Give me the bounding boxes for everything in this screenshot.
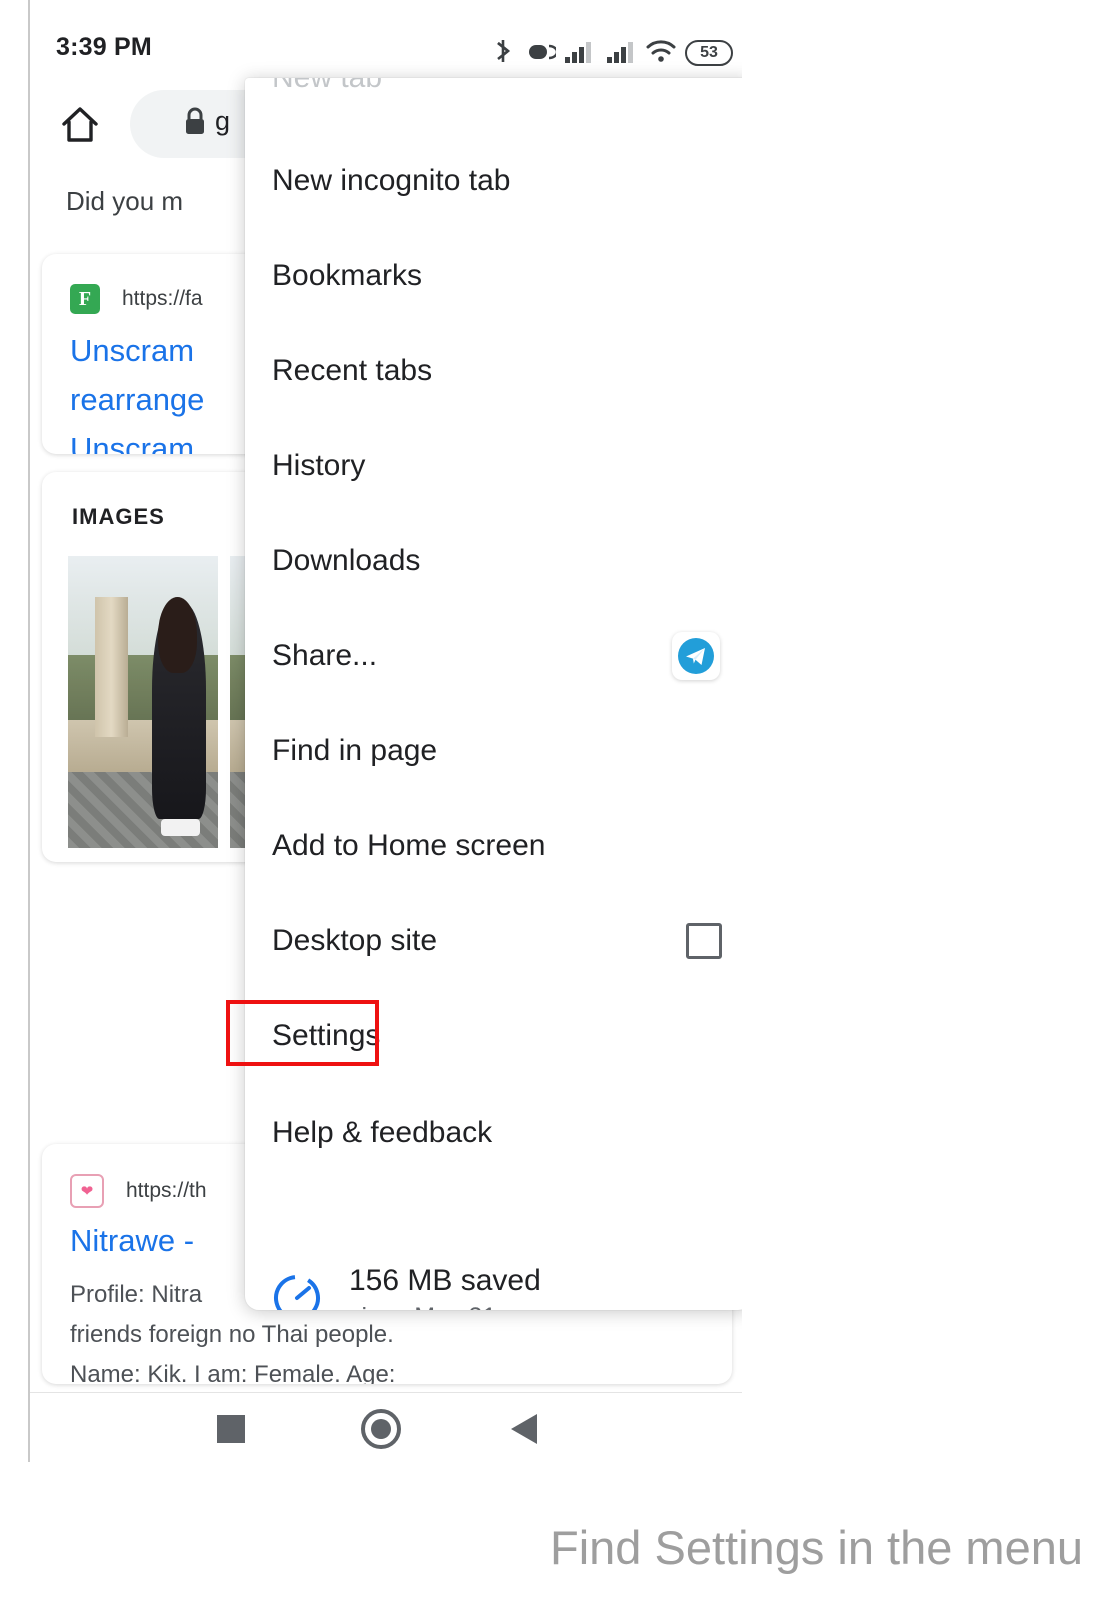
- menu-item-label: Add to Home screen: [272, 828, 546, 862]
- data-saver-text: 156 MB saved since May 31: [349, 1262, 541, 1310]
- favicon-fa: F: [70, 284, 100, 314]
- status-bar: 3:39 PM 53: [30, 0, 742, 76]
- menu-item-bookmarks[interactable]: Bookmarks: [245, 228, 742, 323]
- menu-item-label: History: [272, 448, 366, 482]
- signal-bars-icon: [564, 40, 598, 69]
- vibrate-icon: [526, 40, 559, 69]
- favicon-chat-heart: ❤: [70, 1174, 104, 1208]
- menu-item-desktop-site[interactable]: Desktop site: [245, 893, 742, 988]
- phone-screen: 3:39 PM 53 g Did you m F https://fa Unsc…: [28, 0, 742, 1462]
- menu-item-share[interactable]: Share...: [245, 608, 742, 703]
- caption-text: Find Settings in the menu: [550, 1521, 1083, 1574]
- home-icon[interactable]: [54, 98, 106, 150]
- square-recents-icon[interactable]: [217, 1415, 245, 1443]
- result-title-line[interactable]: Unscram: [70, 332, 194, 369]
- browser-overflow-menu[interactable]: New tab New incognito tab Bookmarks Rece…: [245, 78, 742, 1310]
- result-title-line[interactable]: Unscram: [70, 430, 194, 454]
- signal-bars-icon: [606, 40, 640, 69]
- triangle-back-icon[interactable]: [511, 1414, 537, 1444]
- menu-item-recent-tabs[interactable]: Recent tabs: [245, 323, 742, 418]
- image-thumbnail[interactable]: [68, 556, 218, 848]
- menu-item-label: Settings: [272, 1018, 381, 1052]
- lock-icon[interactable]: [182, 106, 208, 141]
- menu-item-history[interactable]: History: [245, 418, 742, 513]
- menu-item-label: Share...: [272, 638, 378, 672]
- images-section-label: IMAGES: [72, 504, 165, 529]
- status-bar-clock: 3:39 PM: [56, 33, 152, 61]
- result-url: https://th: [126, 1179, 207, 1202]
- url-text: g: [215, 106, 231, 136]
- result-header: ❤ https://th: [70, 1174, 207, 1208]
- menu-item-add-to-home-screen[interactable]: Add to Home screen: [245, 798, 742, 893]
- menu-item-label: Downloads: [272, 543, 421, 577]
- favicon-letter: F: [78, 287, 92, 310]
- result-header: F https://fa: [70, 284, 203, 314]
- android-nav-bar: [30, 1392, 742, 1462]
- menu-item-label: Recent tabs: [272, 353, 433, 387]
- menu-item-downloads[interactable]: Downloads: [245, 513, 742, 608]
- share-target-row: [672, 608, 742, 703]
- result-url: https://fa: [122, 287, 203, 310]
- data-saver-since: since May 31: [349, 1300, 541, 1310]
- menu-item-settings[interactable]: Settings: [245, 988, 742, 1083]
- telegram-icon[interactable]: [672, 631, 720, 680]
- battery-level-label: 53: [700, 44, 718, 61]
- menu-item-label: Desktop site: [272, 923, 438, 957]
- result-title-line[interactable]: Nitrawe -: [70, 1222, 194, 1259]
- data-saver-row[interactable]: 156 MB saved since May 31: [245, 1238, 742, 1310]
- menu-item-new-incognito-tab[interactable]: New incognito tab: [245, 133, 742, 228]
- result-title-line[interactable]: rearrange: [70, 381, 204, 418]
- screenshot-root: 3:39 PM 53 g Did you m F https://fa Unsc…: [0, 0, 1119, 1613]
- data-saver-speedometer-icon: [270, 1271, 324, 1310]
- menu-item-help-and-feedback[interactable]: Help & feedback: [245, 1085, 742, 1180]
- bluetooth-icon: [492, 38, 514, 69]
- menu-item-label: Find in page: [272, 733, 438, 767]
- menu-item-label: New incognito tab: [272, 163, 511, 197]
- menu-item-label: New tab: [272, 78, 382, 95]
- circle-home-icon[interactable]: [361, 1409, 401, 1449]
- data-saver-amount: 156 MB saved: [349, 1264, 541, 1297]
- desktop-site-toggle-row: [686, 893, 742, 988]
- result-snippet-line: Name: Kik. I am: Female. Age:: [70, 1361, 396, 1384]
- heart-icon: ❤: [80, 1182, 94, 1200]
- battery-icon: 53: [685, 40, 733, 66]
- result-snippet-line: Profile: Nitra: [70, 1281, 203, 1308]
- menu-item-label: Help & feedback: [272, 1115, 493, 1149]
- did-you-mean-text: Did you m: [66, 186, 184, 216]
- wifi-icon: [646, 39, 676, 69]
- checkbox-unchecked-icon[interactable]: [686, 922, 722, 959]
- result-snippet-line: friends foreign no Thai people.: [70, 1321, 394, 1348]
- menu-item-find-in-page[interactable]: Find in page: [245, 703, 742, 798]
- menu-item-new-tab[interactable]: New tab: [245, 78, 742, 125]
- menu-item-label: Bookmarks: [272, 258, 423, 292]
